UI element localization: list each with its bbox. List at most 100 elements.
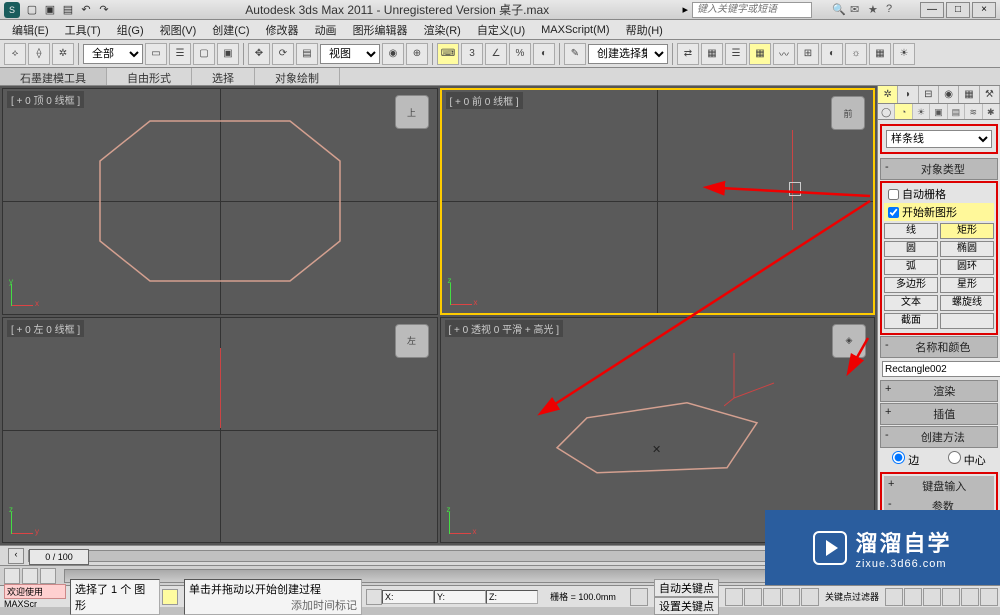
- maxscript-label[interactable]: MAXScr: [4, 599, 66, 609]
- rollout-keyboard[interactable]: 键盘输入: [884, 476, 994, 496]
- shape-btn-arc[interactable]: 弧: [884, 259, 938, 275]
- setkey-button[interactable]: 设置关键点: [654, 597, 719, 615]
- keyboard-shortcut-icon[interactable]: ⌨: [437, 43, 459, 65]
- viewport-label[interactable]: [ + 0 透视 0 平滑 + 高光 ]: [445, 320, 564, 337]
- tab-motion-icon[interactable]: ◉: [939, 86, 959, 103]
- help-search-input[interactable]: [692, 2, 812, 18]
- qat-redo-icon[interactable]: ↷: [96, 2, 112, 18]
- shape-btn-donut[interactable]: 圆环: [940, 259, 994, 275]
- tab-modify-icon[interactable]: ◗: [898, 86, 918, 103]
- qat-undo-icon[interactable]: ↶: [78, 2, 94, 18]
- menu-modifier[interactable]: 修改器: [258, 20, 307, 40]
- shape-btn-ellipse[interactable]: 椭圆: [940, 241, 994, 257]
- refcoord-dropdown[interactable]: 视图: [320, 44, 380, 64]
- manipulate-icon[interactable]: ⊕: [406, 43, 428, 65]
- shape-btn-text[interactable]: 文本: [884, 295, 938, 311]
- trackbar-key-icon[interactable]: [4, 568, 20, 584]
- play-icon[interactable]: [763, 588, 781, 606]
- viewport-front[interactable]: [ + 0 前 0 线框 ] 前 xz: [440, 88, 876, 315]
- select-region-icon[interactable]: ▢: [193, 43, 215, 65]
- time-slider-handle[interactable]: 0 / 100: [29, 549, 89, 565]
- infocenter-icon[interactable]: 🔍: [832, 3, 846, 17]
- sub-systems-icon[interactable]: ✱: [983, 104, 1000, 119]
- ribbon-tab-graphite[interactable]: 石墨建模工具: [0, 68, 107, 85]
- object-name-input[interactable]: [882, 361, 1000, 377]
- render-icon[interactable]: ☀: [893, 43, 915, 65]
- shape-btn-rectangle[interactable]: 矩形: [940, 223, 994, 239]
- rollout-object-type[interactable]: 对象类型: [880, 158, 998, 180]
- spinner-snap-icon[interactable]: ◐: [533, 43, 555, 65]
- snap-toggle-icon[interactable]: 3: [461, 43, 483, 65]
- graphite-icon[interactable]: ▦: [749, 43, 771, 65]
- goto-end-icon[interactable]: [801, 588, 819, 606]
- viewport-label[interactable]: [ + 0 左 0 线框 ]: [7, 320, 84, 337]
- select-link-icon[interactable]: ⟡: [4, 43, 26, 65]
- named-selection-dropdown[interactable]: 创建选择集: [588, 44, 668, 64]
- menu-create[interactable]: 创建(C): [204, 20, 257, 40]
- nav-fov-icon[interactable]: [942, 588, 960, 606]
- sub-helpers-icon[interactable]: ▤: [948, 104, 965, 119]
- ribbon-tab-select[interactable]: 选择: [192, 68, 255, 85]
- next-frame-icon[interactable]: [782, 588, 800, 606]
- add-time-marker[interactable]: 添加时间标记: [291, 597, 357, 613]
- menu-tools[interactable]: 工具(T): [57, 20, 109, 40]
- coord-z[interactable]: Z:: [486, 590, 538, 604]
- nav-zoom-icon[interactable]: [904, 588, 922, 606]
- nav-zoomall-icon[interactable]: [923, 588, 941, 606]
- menu-edit[interactable]: 编辑(E): [4, 20, 57, 40]
- viewcube-icon[interactable]: ◈: [832, 324, 866, 358]
- prev-frame-icon[interactable]: [744, 588, 762, 606]
- sub-cameras-icon[interactable]: ▣: [930, 104, 947, 119]
- shape-btn-circle[interactable]: 圆: [884, 241, 938, 257]
- keyfilter-button[interactable]: 关键点过滤器: [821, 590, 883, 603]
- select-object-icon[interactable]: ▭: [145, 43, 167, 65]
- angle-snap-icon[interactable]: ∠: [485, 43, 507, 65]
- tab-hierarchy-icon[interactable]: ⊟: [919, 86, 939, 103]
- scale-icon[interactable]: ▤: [296, 43, 318, 65]
- qat-save-icon[interactable]: ▤: [60, 2, 76, 18]
- unlink-icon[interactable]: ⟠: [28, 43, 50, 65]
- trackbar-curve-icon[interactable]: [40, 568, 56, 584]
- schematic-icon[interactable]: ⊞: [797, 43, 819, 65]
- minimize-button[interactable]: —: [920, 2, 944, 18]
- menu-group[interactable]: 组(G): [109, 20, 152, 40]
- lock-selection-icon[interactable]: [162, 589, 178, 605]
- curve-editor-icon[interactable]: 〰: [773, 43, 795, 65]
- layer-icon[interactable]: ☰: [725, 43, 747, 65]
- sub-shapes-icon[interactable]: ◔: [895, 104, 912, 119]
- goto-start-icon[interactable]: [725, 588, 743, 606]
- rollout-name-color[interactable]: 名称和颜色: [880, 336, 998, 358]
- bind-spacewarp-icon[interactable]: ✲: [52, 43, 74, 65]
- menu-help[interactable]: 帮助(H): [618, 20, 671, 40]
- ribbon-tab-paint[interactable]: 对象绘制: [255, 68, 340, 85]
- menu-render[interactable]: 渲染(R): [416, 20, 469, 40]
- method-center-radio[interactable]: 中心: [948, 451, 986, 468]
- nav-pan-icon[interactable]: [885, 588, 903, 606]
- trackbar-filter-icon[interactable]: [22, 568, 38, 584]
- coord-y[interactable]: Y:: [434, 590, 486, 604]
- menu-animation[interactable]: 动画: [307, 20, 345, 40]
- tab-utilities-icon[interactable]: ⚒: [980, 86, 1000, 103]
- autogrid-checkbox[interactable]: [888, 189, 899, 200]
- help-arrow-icon[interactable]: ▸: [682, 3, 688, 16]
- ribbon-tab-freeform[interactable]: 自由形式: [107, 68, 192, 85]
- nav-maximize-icon[interactable]: [980, 588, 998, 606]
- viewcube-icon[interactable]: 前: [831, 96, 865, 130]
- align-icon[interactable]: ▦: [701, 43, 723, 65]
- qat-open-icon[interactable]: ▣: [42, 2, 58, 18]
- coord-toggle-icon[interactable]: [366, 589, 382, 605]
- viewport-label[interactable]: [ + 0 顶 0 线框 ]: [7, 91, 84, 108]
- menu-maxscript[interactable]: MAXScript(M): [533, 22, 617, 38]
- pivot-icon[interactable]: ◉: [382, 43, 404, 65]
- favorites-icon[interactable]: ★: [868, 3, 882, 17]
- mirror-icon[interactable]: ⇄: [677, 43, 699, 65]
- shape-btn-ngon[interactable]: 多边形: [884, 277, 938, 293]
- startshape-checkbox[interactable]: [888, 207, 899, 218]
- viewcube-icon[interactable]: 左: [395, 324, 429, 358]
- selection-filter-dropdown[interactable]: 全部: [83, 44, 143, 64]
- edit-named-sel-icon[interactable]: ✎: [564, 43, 586, 65]
- viewport-top[interactable]: [ + 0 顶 0 线框 ] 上 xy: [2, 88, 438, 315]
- communication-icon[interactable]: ✉: [850, 3, 864, 17]
- move-icon[interactable]: ✥: [248, 43, 270, 65]
- nav-orbit-icon[interactable]: [961, 588, 979, 606]
